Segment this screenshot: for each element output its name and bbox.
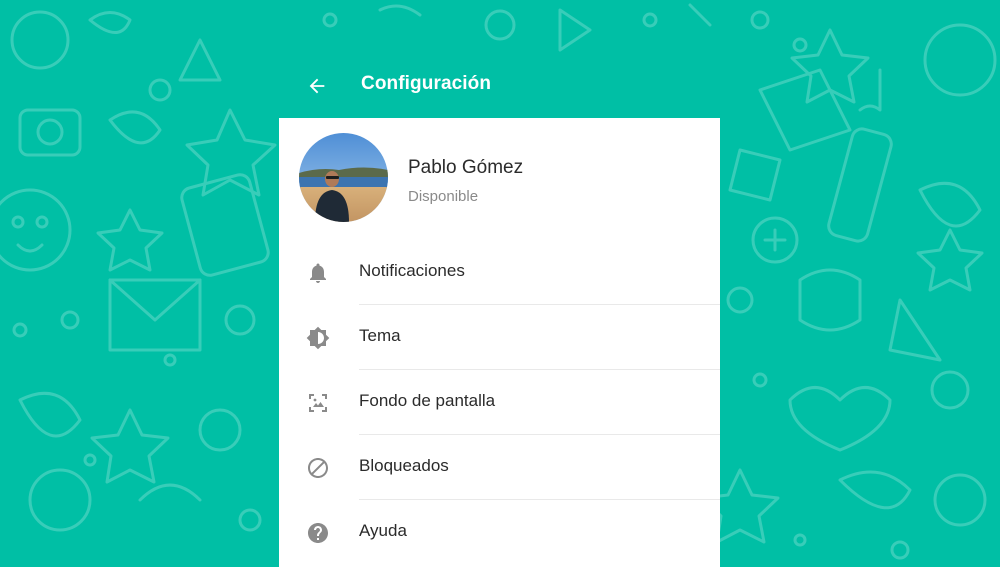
menu-label: Fondo de pantalla [359,391,496,410]
menu-label: Tema [359,326,401,345]
profile-status: Disponible [408,188,479,205]
menu-item-tema[interactable]: Tema [279,305,720,370]
profile-section[interactable]: Pablo Gómez Disponible [279,118,720,236]
settings-panel: Configuración Pablo Gómez Disponible Not… [279,0,720,567]
arrow-left-icon [309,78,325,94]
menu-label: Notificaciones [359,261,465,280]
menu-label: Bloqueados [359,456,449,475]
profile-name: Pablo Gómez [408,157,524,178]
menu-label: Ayuda [359,521,407,540]
menu-item-notificaciones[interactable]: Notificaciones [279,240,720,305]
menu-item-bloqueados[interactable]: Bloqueados [279,435,720,500]
menu-item-fondo-de-pantalla[interactable]: Fondo de pantalla [279,370,720,435]
block-icon [308,458,328,478]
settings-header: Configuración [279,0,720,118]
help-icon [308,523,328,543]
wallpaper-icon [309,394,327,412]
bell-icon [310,263,326,283]
menu-item-ayuda[interactable]: Ayuda [279,500,720,565]
avatar-photo [299,133,388,222]
settings-body: Pablo Gómez Disponible Notificaciones Te… [279,118,720,567]
page-title: Configuración [361,73,492,94]
back-button[interactable] [303,72,331,100]
theme-icon [306,326,330,350]
avatar[interactable] [299,133,388,222]
